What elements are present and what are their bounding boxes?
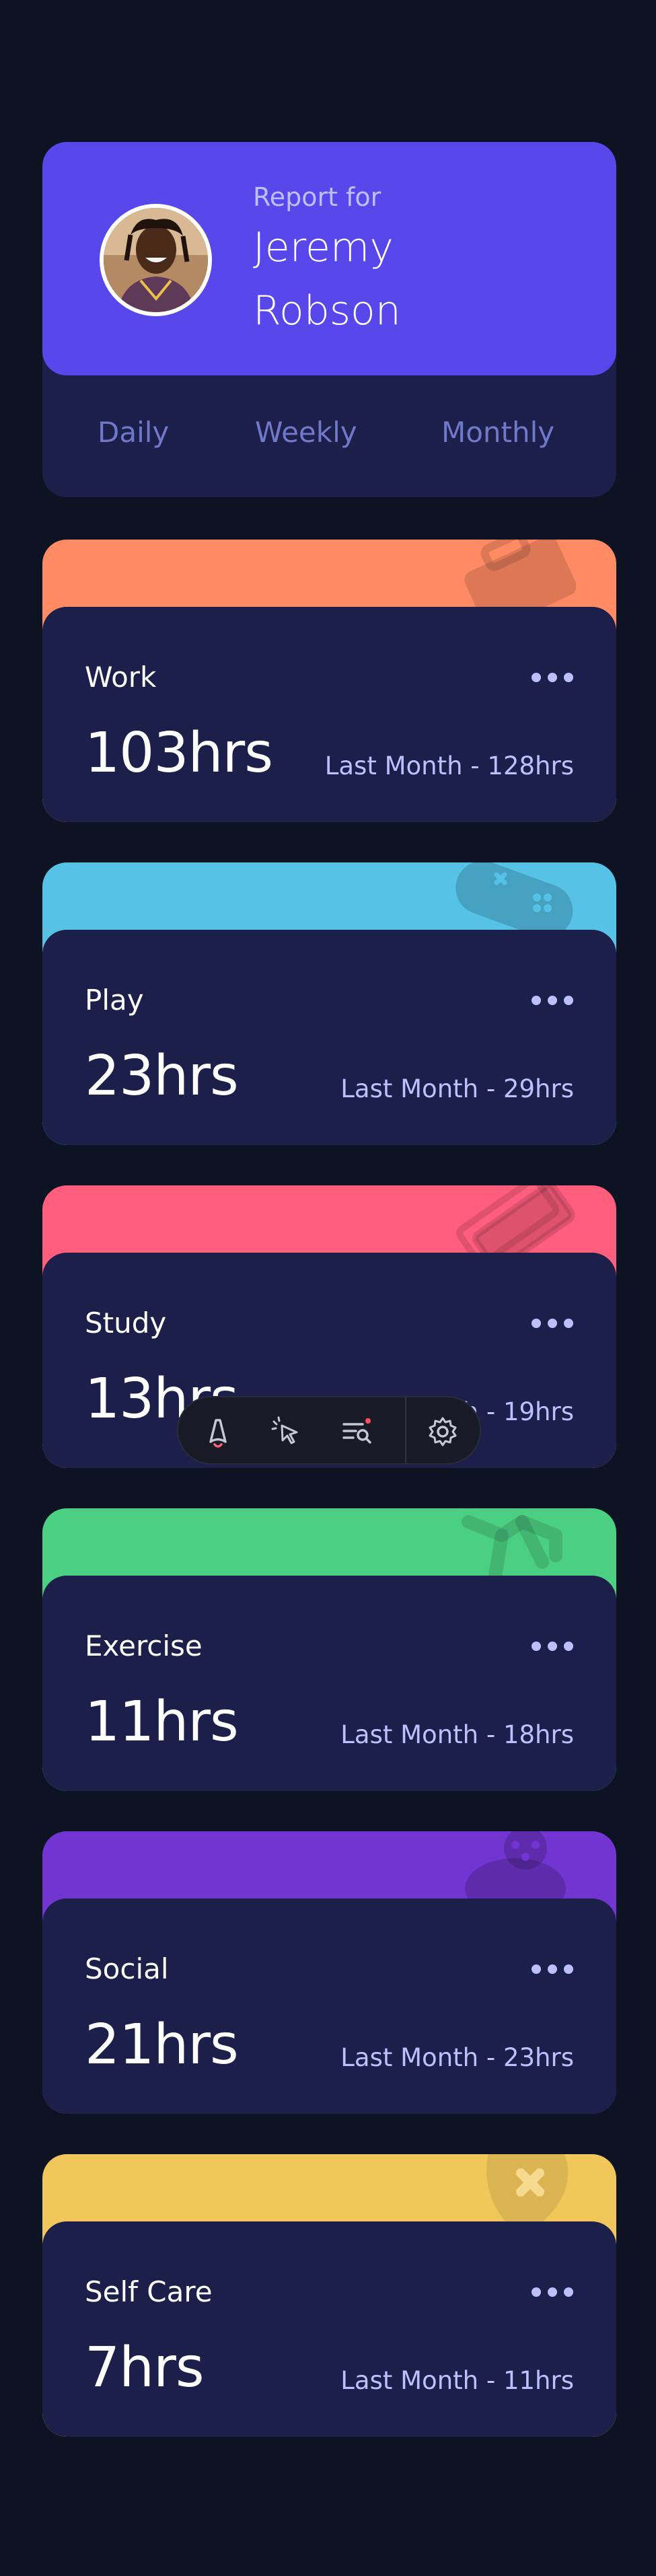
tab-monthly[interactable]: Monthly <box>441 416 554 449</box>
previous-hours: Last Month - 29hrs <box>340 1074 574 1103</box>
cursor-select-icon[interactable] <box>270 1415 303 1448</box>
tab-weekly[interactable]: Weekly <box>255 416 357 449</box>
activity-title: Work <box>85 661 157 694</box>
current-hours: 103hrs <box>85 721 273 785</box>
tab-daily[interactable]: Daily <box>98 416 169 449</box>
ellipsis-icon[interactable] <box>531 994 574 1007</box>
previous-hours: Last Month - 18hrs <box>340 1720 574 1749</box>
gear-icon[interactable] <box>426 1415 460 1448</box>
period-tabs: Daily Weekly Monthly <box>42 375 616 497</box>
previous-hours: Last Month - 11hrs <box>340 2366 574 2395</box>
activity-card-play: Play 23hrs Last Month - 29hrs <box>42 862 616 1145</box>
current-hours: 7hrs <box>85 2336 205 2400</box>
activity-card-work: Work 103hrs Last Month - 128hrs <box>42 540 616 822</box>
briefcase-icon <box>464 540 576 614</box>
ellipsis-icon[interactable] <box>531 2285 574 2299</box>
audit-list-icon[interactable] <box>340 1415 373 1448</box>
ellipsis-icon[interactable] <box>531 1962 574 1976</box>
current-hours: 21hrs <box>85 2013 239 2077</box>
user-name: Jeremy Robson <box>253 224 401 334</box>
activity-card-self-care: Self Care 7hrs Last Month - 11hrs <box>42 2154 616 2437</box>
activity-card-social: Social 21hrs Last Month - 23hrs <box>42 1831 616 2114</box>
activity-title: Play <box>85 984 144 1017</box>
current-hours: 11hrs <box>85 1690 239 1754</box>
astro-logo-icon[interactable] <box>201 1415 235 1448</box>
toolbar-divider <box>405 1397 406 1463</box>
avatar <box>100 204 212 316</box>
ellipsis-icon[interactable] <box>531 1640 574 1653</box>
previous-hours: Last Month - 23hrs <box>340 2043 574 2072</box>
gamepad-icon <box>455 862 573 936</box>
current-hours: 23hrs <box>85 1044 239 1108</box>
activity-card-exercise: Exercise 11hrs Last Month - 18hrs <box>42 1508 616 1791</box>
previous-hours: Last Month - 128hrs <box>324 751 574 780</box>
ellipsis-icon[interactable] <box>531 671 574 684</box>
profile-card: Report for Jeremy Robson Daily Weekly Mo… <box>42 142 616 497</box>
activity-title: Study <box>85 1307 167 1339</box>
activity-title: Social <box>85 1952 169 1985</box>
activity-title: Exercise <box>85 1629 203 1662</box>
profile-header: Report for Jeremy Robson <box>42 142 616 375</box>
heart-plus-icon <box>486 2154 569 2228</box>
ellipsis-icon[interactable] <box>531 1317 574 1330</box>
books-icon <box>456 1185 575 1259</box>
dev-toolbar <box>177 1396 481 1465</box>
activity-title: Self Care <box>85 2275 213 2308</box>
runner-icon <box>462 1515 562 1582</box>
report-for-label: Report for <box>253 182 381 212</box>
social-icon <box>465 1831 566 1905</box>
